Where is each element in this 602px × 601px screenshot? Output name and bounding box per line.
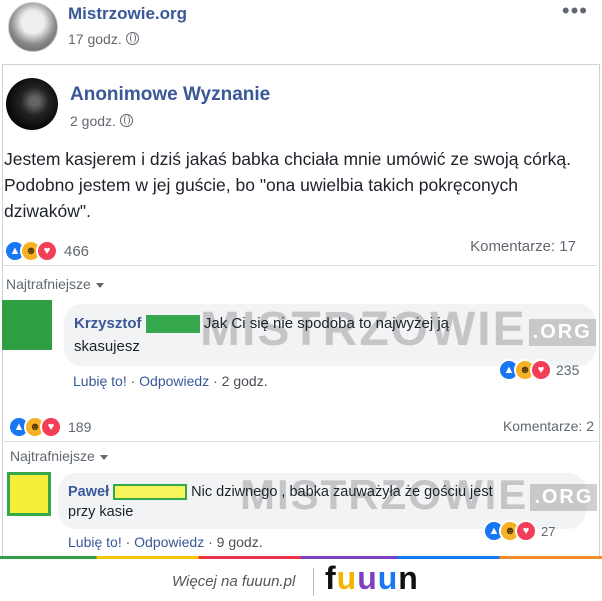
comment-reactions[interactable]: ▲ ☻ ♥ 235 xyxy=(498,359,579,381)
page-name-link[interactable]: Mistrzowie.org xyxy=(68,4,187,24)
author-avatar[interactable] xyxy=(6,78,58,130)
comment-reactions[interactable]: ▲ ☻ ♥ 27 xyxy=(483,520,555,542)
comment-actions: Lubię to! · Odpowiedz · 9 godz. xyxy=(68,534,263,550)
divider xyxy=(3,265,597,266)
chevron-down-icon xyxy=(95,282,104,288)
reply-button[interactable]: Odpowiedz xyxy=(139,373,209,389)
like-button[interactable]: Lubię to! xyxy=(73,373,127,389)
reaction-icons: ▲ ☻ ♥ xyxy=(498,359,552,381)
outer-reactions-summary[interactable]: ▲ ☻ ♥ 189 xyxy=(8,416,91,438)
logo-letter: f xyxy=(325,560,337,596)
outer-comment-sort-dropdown[interactable]: Najtrafniejsze xyxy=(10,448,108,464)
comment-text-line-1: Jak Ci się nie spodoba to najwyżej ją xyxy=(203,315,449,332)
comment-time[interactable]: 2 godz. xyxy=(222,373,268,389)
logo-letter: u xyxy=(336,560,358,596)
comment-sort-dropdown[interactable]: Najtrafniejsze xyxy=(6,276,104,292)
logo-letter: n xyxy=(398,560,419,596)
reaction-icons: ▲ ☻ ♥ xyxy=(483,520,537,542)
page-avatar[interactable] xyxy=(8,2,58,52)
shared-post-timestamp[interactable]: 2 godz. xyxy=(70,113,133,129)
more-on-site-link[interactable]: Więcej na fuuun.pl xyxy=(172,573,295,590)
comment-line-1: Krzysztof Jak Ci się nie spodoba to najw… xyxy=(74,313,449,335)
comment-line-1: Paweł Nic dziwnego , babka zauważyła że … xyxy=(68,481,493,503)
globe-icon xyxy=(125,32,139,45)
shared-post-time[interactable]: 2 godz. xyxy=(70,113,116,129)
logo-letter: u xyxy=(357,560,378,596)
commenter-name-link[interactable]: Paweł xyxy=(68,484,109,500)
comment-text-line-1: Nic dziwnego , babka zauważyła że gościu… xyxy=(191,484,493,500)
divider xyxy=(4,441,598,442)
site-logo[interactable]: fuuun xyxy=(325,560,419,597)
logo-letter: u xyxy=(377,560,399,596)
post-text: Jestem kasjerem i dziś jakaś babka chcia… xyxy=(4,149,572,221)
love-reaction-icon: ♥ xyxy=(530,359,552,381)
comment-reaction-count: 235 xyxy=(556,362,580,378)
sort-label: Najtrafniejsze xyxy=(10,448,95,464)
globe-icon xyxy=(119,114,133,127)
comment-actions: Lubię to! · Odpowiedz · 2 godz. xyxy=(73,373,268,389)
reaction-icons: ▲ ☻ ♥ xyxy=(8,416,62,438)
commenter-avatar[interactable] xyxy=(2,300,52,350)
censored-surname xyxy=(113,484,188,501)
sort-label: Najtrafniejsze xyxy=(6,276,91,292)
love-reaction-icon: ♥ xyxy=(40,416,62,438)
post-time[interactable]: 17 godz. xyxy=(68,31,122,47)
reaction-icons: ▲ ☻ ♥ xyxy=(4,240,58,262)
watermark-org: .ORG xyxy=(530,484,598,512)
comment-text-line-2: skasujesz xyxy=(74,338,140,355)
comments-count-link[interactable]: Komentarze: 17 xyxy=(470,238,576,255)
like-button[interactable]: Lubię to! xyxy=(68,534,122,550)
footer-separator xyxy=(313,568,314,596)
more-options-icon[interactable]: ••• xyxy=(562,0,588,24)
censored-surname xyxy=(145,315,200,334)
commenter-name-link[interactable]: Krzysztof xyxy=(74,315,142,332)
love-reaction-icon: ♥ xyxy=(36,240,58,262)
chevron-down-icon xyxy=(99,454,108,460)
post-timestamp[interactable]: 17 godz. xyxy=(68,31,139,47)
watermark-org: .ORG xyxy=(528,318,596,346)
reaction-count: 466 xyxy=(64,242,90,260)
reply-button[interactable]: Odpowiedz xyxy=(134,534,204,550)
author-name-link[interactable]: Anonimowe Wyznanie xyxy=(70,84,270,106)
comment-text-line-2: przy kasie xyxy=(68,504,134,520)
comment-time[interactable]: 9 godz. xyxy=(217,534,263,550)
reactions-summary[interactable]: ▲ ☻ ♥ 466 xyxy=(4,240,89,262)
outer-reaction-count: 189 xyxy=(68,419,92,435)
rainbow-divider xyxy=(0,556,602,559)
outer-comments-count-link[interactable]: Komentarze: 2 xyxy=(503,418,594,434)
commenter-avatar[interactable] xyxy=(7,472,51,516)
love-reaction-icon: ♥ xyxy=(515,520,537,542)
comment-reaction-count: 27 xyxy=(541,523,556,539)
